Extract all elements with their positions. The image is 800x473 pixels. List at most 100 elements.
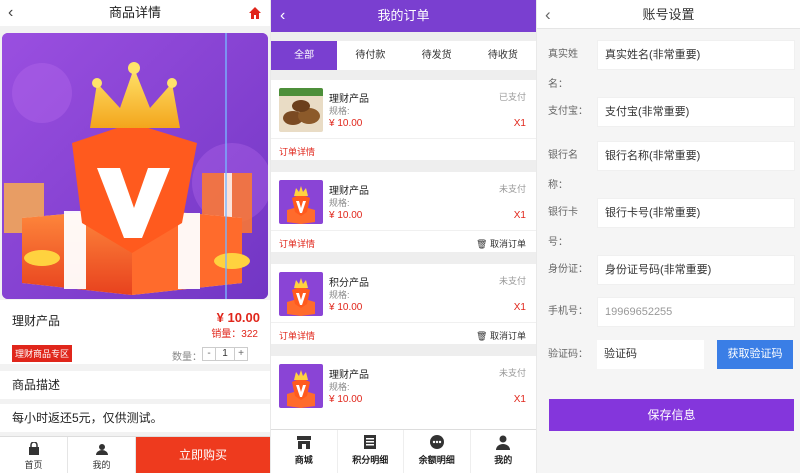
order-detail-link[interactable]: 订单详情 [279, 329, 315, 342]
account-header: ‹ 账号设置 [537, 0, 800, 29]
field-label: 身份证： [548, 264, 588, 275]
nav-home-label: 首页 [24, 460, 43, 470]
shop-icon [28, 442, 39, 455]
nav-mall[interactable]: 商城 [271, 430, 338, 473]
trash-icon: 🗑 [476, 239, 488, 249]
order-item[interactable]: 积分产品 规格: ¥ 10.00 未支付 X1 订单详情 🗑 取消订单 [271, 264, 536, 344]
nav-home[interactable]: 首页 [0, 437, 68, 473]
account-settings-screen: ‹ 账号设置 真实姓名： 真实姓名(非常重要) 支付宝： 支付宝(非常重要) 银… [537, 0, 800, 473]
field-label: 真实姓名： [548, 49, 578, 90]
bank-name-input[interactable]: 银行名称(非常重要) [597, 141, 795, 171]
order-detail-link[interactable]: 订单详情 [279, 145, 315, 158]
phone-input[interactable]: 19969652255 [597, 297, 795, 327]
page-title: 我的订单 [377, 8, 430, 23]
order-count: X1 [513, 118, 526, 129]
nav-mine-label: 我的 [494, 455, 513, 465]
user-icon [496, 435, 511, 450]
bank-card-input[interactable]: 银行卡号(非常重要) [597, 198, 795, 228]
document-icon [364, 435, 377, 449]
product-detail-header: ‹ 商品详情 [0, 0, 270, 26]
field-label: 银行卡号： [548, 207, 578, 248]
cancel-order-button[interactable]: 🗑 取消订单 [476, 237, 526, 250]
verify-code-input[interactable]: 验证码 [597, 340, 704, 369]
id-card-input[interactable]: 身份证号码(非常重要) [597, 255, 795, 285]
order-item[interactable]: 理财产品 规格: ¥ 10.00 未支付 X1 [271, 356, 536, 429]
quantity-input[interactable]: 1 [216, 347, 234, 361]
product-detail-screen: ‹ 商品详情 理财产品 ¥ 10.00 销量：322 理财商品专区 数量： - … [0, 0, 270, 473]
order-status: 未支付 [498, 276, 526, 286]
quantity-stepper: - 1 + [202, 347, 248, 361]
cancel-order-label: 取消订单 [489, 331, 526, 341]
nav-mine[interactable]: 我的 [471, 430, 537, 473]
product-bottom-bar: 首页 我的 立即购买 [0, 436, 270, 473]
quantity-plus-button[interactable]: + [234, 347, 248, 361]
save-button[interactable]: 保存信息 [549, 399, 794, 431]
orders-screen: ‹ 我的订单 全部 待付款 待发货 待收货 理财产品 规格: ¥ 10.00 已… [271, 0, 536, 473]
order-price: ¥ 10.00 [329, 394, 363, 405]
back-icon[interactable]: ‹ [8, 0, 13, 26]
back-icon[interactable]: ‹ [545, 0, 551, 29]
order-thumbnail [279, 180, 323, 224]
tab-all[interactable]: 全部 [271, 41, 338, 70]
nav-points[interactable]: 积分明细 [338, 430, 404, 473]
quantity-label: 数量： [172, 352, 202, 363]
order-item[interactable]: 理财产品 规格: ¥ 10.00 未支付 X1 订单详情 🗑 取消订单 [271, 172, 536, 252]
nav-mall-label: 商城 [294, 455, 313, 465]
nav-points-label: 积分明细 [352, 455, 389, 465]
back-icon[interactable]: ‹ [280, 0, 285, 32]
product-price: ¥ 10.00 [216, 310, 260, 325]
home-icon[interactable] [248, 6, 262, 20]
order-price: ¥ 10.00 [329, 210, 363, 221]
order-spec: 规格: [329, 382, 350, 392]
orders-header: ‹ 我的订单 [271, 0, 536, 32]
nav-mine[interactable]: 我的 [68, 437, 136, 473]
page-title: 商品详情 [108, 5, 161, 20]
order-product-name: 理财产品 [329, 94, 369, 105]
page-title: 账号设置 [642, 7, 695, 22]
order-item[interactable]: 理财产品 规格: ¥ 10.00 已支付 X1 订单详情 [271, 80, 536, 160]
zone-tag[interactable]: 理财商品专区 [12, 345, 73, 362]
order-thumbnail [279, 272, 323, 316]
product-info: 理财产品 ¥ 10.00 销量：322 理财商品专区 数量： - 1 + [0, 300, 270, 364]
order-product-name: 积分产品 [329, 278, 369, 289]
order-count: X1 [513, 394, 526, 405]
order-price: ¥ 10.00 [329, 118, 363, 129]
order-spec: 规格: [329, 290, 350, 300]
order-status: 未支付 [498, 368, 526, 378]
image-divider [225, 33, 227, 299]
description-title: 商品描述 [0, 371, 270, 399]
buy-now-button[interactable]: 立即购买 [136, 437, 270, 473]
nav-balance-label: 余额明细 [418, 455, 455, 465]
divider [271, 138, 536, 139]
field-label: 验证码： [548, 349, 588, 360]
order-price: ¥ 10.00 [329, 302, 363, 313]
order-spec: 规格: [329, 106, 350, 116]
order-spec: 规格: [329, 198, 350, 208]
order-count: X1 [513, 302, 526, 313]
order-thumbnail [279, 364, 323, 408]
nav-balance[interactable]: 余额明细 [404, 430, 471, 473]
field-label: 手机号： [548, 306, 588, 317]
store-icon [296, 436, 311, 449]
alipay-input[interactable]: 支付宝(非常重要) [597, 97, 795, 127]
order-product-name: 理财产品 [329, 370, 369, 381]
cancel-order-button[interactable]: 🗑 取消订单 [476, 329, 526, 342]
product-name: 理财产品 [12, 314, 61, 328]
order-tabs: 全部 待付款 待发货 待收货 [271, 41, 536, 70]
divider [271, 322, 536, 323]
user-icon [95, 444, 108, 455]
tab-pending-shipment[interactable]: 待发货 [404, 41, 470, 70]
quantity-minus-button[interactable]: - [202, 347, 216, 361]
product-image [2, 33, 268, 299]
real-name-input[interactable]: 真实姓名(非常重要) [597, 40, 795, 70]
chat-icon [429, 435, 444, 449]
tab-pending-receipt[interactable]: 待收货 [470, 41, 536, 70]
order-detail-link[interactable]: 订单详情 [279, 237, 315, 250]
description-text: 每小时返还5元，仅供测试。 [0, 404, 270, 432]
nav-mine-label: 我的 [92, 460, 111, 470]
order-status: 已支付 [498, 92, 526, 102]
order-status: 未支付 [498, 184, 526, 194]
tab-pending-payment[interactable]: 待付款 [337, 41, 403, 70]
order-product-name: 理财产品 [329, 186, 369, 197]
get-code-button[interactable]: 获取验证码 [717, 340, 793, 369]
